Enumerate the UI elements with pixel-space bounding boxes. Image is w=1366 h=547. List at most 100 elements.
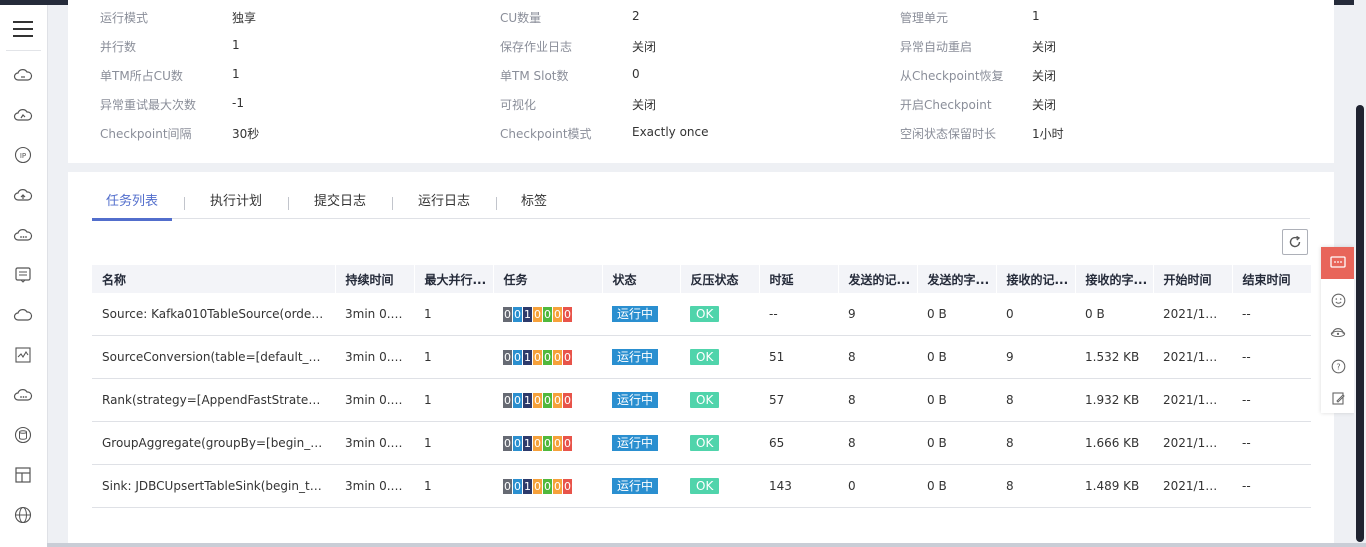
table-cell: 2021/12/...: [1153, 335, 1232, 379]
table-cell: 0 B: [917, 464, 996, 508]
column-header[interactable]: 接收的记...: [996, 265, 1076, 293]
tab-submit-log[interactable]: 提交日志: [300, 188, 380, 218]
task-count-cell: 0: [533, 306, 542, 322]
chart-icon[interactable]: [13, 345, 33, 365]
status-badge: 运行中: [612, 392, 659, 408]
config-label: Checkpoint模式: [500, 127, 592, 141]
backpressure-cell: OK: [680, 421, 759, 465]
svg-text:IP: IP: [20, 152, 26, 160]
table-body: Source: Kafka010TableSource(order_id,...…: [92, 293, 1311, 508]
task-name-cell: Source: Kafka010TableSource(order_id,...: [92, 293, 335, 336]
database-icon[interactable]: [13, 425, 33, 445]
backpressure-badge: OK: [690, 349, 720, 365]
menu-icon[interactable]: [13, 21, 33, 37]
floating-toolbar: ?: [1321, 247, 1354, 413]
tab-tags[interactable]: 标签: [508, 188, 560, 218]
layout-icon[interactable]: [13, 465, 33, 485]
backpressure-cell: OK: [680, 378, 759, 422]
cloud-more-icon[interactable]: [13, 225, 33, 245]
table-cell: 8: [838, 335, 917, 379]
table-cell: --: [1232, 335, 1311, 379]
tab-run-log[interactable]: 运行日志: [404, 188, 484, 218]
config-value: 1: [1032, 9, 1040, 23]
table-header-row: 名称 持续时间 最大并行... 任务 状态 反压状态 时延 发送的记... 发送…: [92, 265, 1312, 293]
task-count-cell: 1: [523, 349, 532, 365]
tab-execution-plan[interactable]: 执行计划: [196, 188, 276, 218]
task-counts: 0010000: [493, 421, 602, 465]
task-count-cell: 0: [533, 349, 542, 365]
help-icon[interactable]: ?: [1330, 358, 1346, 374]
table-row[interactable]: Sink: JDBCUpsertTableSink(begin_time,...…: [92, 464, 1311, 508]
task-count-cell: 1: [523, 435, 532, 451]
column-header[interactable]: 时延: [759, 265, 839, 293]
column-header[interactable]: 接收的字...: [1075, 265, 1154, 293]
config-label: 开启Checkpoint: [900, 98, 992, 112]
config-label: 并行数: [100, 40, 137, 54]
column-header[interactable]: 反压状态: [680, 265, 760, 293]
config-value: 1: [232, 38, 240, 52]
table-cell: 57: [759, 378, 838, 422]
task-count-cell: 0: [503, 435, 512, 451]
table-cell: 1: [414, 335, 493, 379]
table-row[interactable]: Source: Kafka010TableSource(order_id,...…: [92, 293, 1311, 336]
config-value: 关闭: [632, 98, 657, 112]
table-cell: --: [1232, 293, 1311, 336]
cloud-upload-icon[interactable]: [13, 185, 33, 205]
globe-icon[interactable]: [13, 505, 33, 525]
config-value: 关闭: [1032, 98, 1057, 112]
config-value: 关闭: [1032, 69, 1057, 83]
task-count-cell: 0: [543, 306, 552, 322]
status-cell: 运行中: [602, 421, 680, 465]
task-count-cell: 0: [563, 392, 572, 408]
table-cell: 8: [996, 464, 1075, 508]
task-count-cell: 0: [553, 392, 562, 408]
config-value: 关闭: [1032, 40, 1057, 54]
smile-icon[interactable]: [1330, 292, 1346, 308]
table-cell: 1: [414, 421, 493, 465]
status-badge: 运行中: [612, 478, 659, 494]
table-cell: 1.932 KB: [1075, 378, 1153, 422]
task-count-group: 0010000: [503, 349, 572, 365]
feedback-icon[interactable]: [1321, 247, 1354, 279]
column-header[interactable]: 名称: [92, 265, 336, 293]
column-header[interactable]: 发送的记...: [838, 265, 918, 293]
status-badge: 运行中: [612, 306, 659, 322]
column-header[interactable]: 开始时间: [1153, 265, 1233, 293]
status-cell: 运行中: [602, 293, 680, 336]
task-count-cell: 1: [523, 478, 532, 494]
table-cell: 51: [759, 335, 838, 379]
table-cell: 3min 0.8...: [335, 378, 414, 422]
scrollbar-thumb[interactable]: [1356, 105, 1364, 542]
table-row[interactable]: GroupAggregate(groupBy=[begin_time,... 3m…: [92, 421, 1311, 465]
column-header[interactable]: 最大并行...: [414, 265, 494, 293]
edit-icon[interactable]: [1330, 390, 1346, 406]
tab-task-list[interactable]: 任务列表: [92, 188, 172, 221]
eip-icon[interactable]: IP: [13, 145, 33, 165]
cloud-server-icon[interactable]: [13, 65, 33, 85]
cloud-dots-icon[interactable]: [13, 385, 33, 405]
column-header[interactable]: 发送的字...: [917, 265, 997, 293]
table-cell: 0: [996, 293, 1075, 336]
task-count-cell: 0: [563, 306, 572, 322]
cloud-icon[interactable]: [13, 305, 33, 325]
headset-icon[interactable]: [1330, 325, 1346, 341]
scrollbar[interactable]: [1354, 0, 1366, 547]
table-cell: 1: [414, 293, 493, 336]
table-row[interactable]: SourceConversion(table=[default_catal...…: [92, 335, 1311, 379]
config-label: 单TM Slot数: [500, 69, 569, 83]
column-header[interactable]: 结束时间: [1232, 265, 1312, 293]
column-header[interactable]: 持续时间: [335, 265, 415, 293]
refresh-button[interactable]: [1282, 229, 1308, 255]
task-count-cell: 0: [543, 392, 552, 408]
column-header[interactable]: 状态: [602, 265, 681, 293]
table-cell: --: [1232, 378, 1311, 422]
column-header[interactable]: 任务: [493, 265, 603, 293]
cloud-monitor-icon[interactable]: [13, 105, 33, 125]
table-row[interactable]: Rank(strategy=[AppendFastStrategy], r...…: [92, 378, 1311, 422]
refresh-icon: [1289, 235, 1301, 248]
task-count-cell: 0: [503, 478, 512, 494]
table-cell: 0 B: [917, 335, 996, 379]
table-cell: 1.489 KB: [1075, 464, 1153, 508]
config-label: 异常自动重启: [900, 40, 973, 54]
message-icon[interactable]: [13, 265, 33, 285]
